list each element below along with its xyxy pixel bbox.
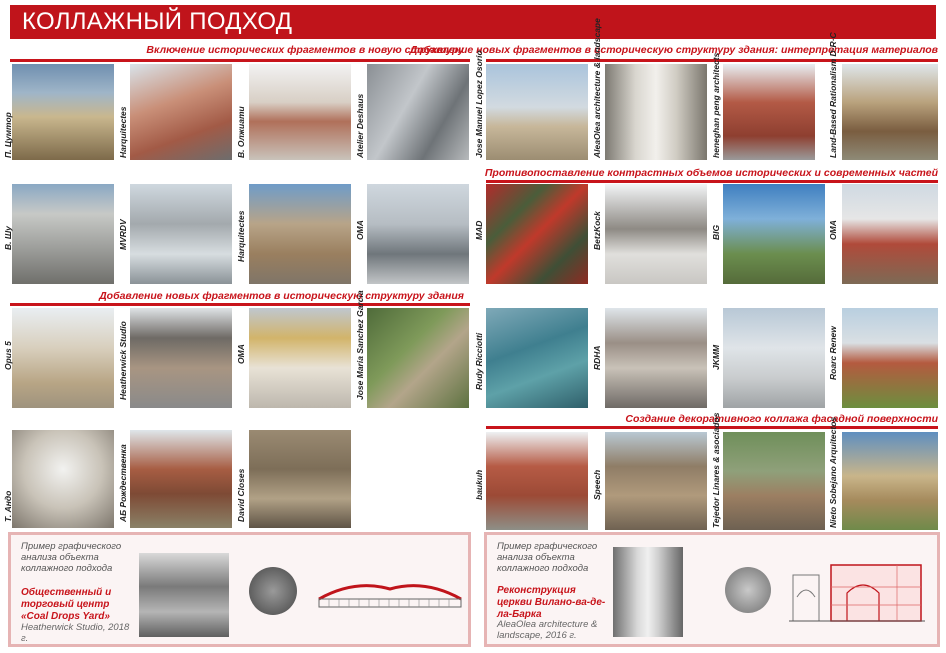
- photo-ricciotti: [486, 308, 588, 408]
- section-rule-3: [486, 180, 938, 183]
- photo-oma-2: [842, 184, 938, 284]
- label-oma-1: OMA: [355, 220, 365, 240]
- photo-wang-shu: [12, 184, 114, 284]
- example-left-circle-image: [249, 567, 297, 615]
- label-big: BIG: [711, 224, 721, 240]
- photo-ando: [12, 430, 114, 528]
- photo-land-based: [842, 64, 938, 160]
- label-oma-2: OMA: [828, 220, 838, 240]
- label-wang-shu: В. Шу: [3, 226, 13, 250]
- photo-rdha: [605, 308, 707, 408]
- photo-jkmm: [723, 308, 825, 408]
- label-harquitectes-1: Harquitectes: [118, 106, 128, 159]
- label-jkmm: JKMM: [711, 344, 721, 370]
- title-banner: КОЛЛАЖНЫЙ ПОДХОД: [10, 5, 936, 39]
- photo-rozhdestvenka: [130, 430, 232, 528]
- label-aleaolea: AleaOlea architecture & landscape: [592, 18, 602, 158]
- photo-heatherwick: [130, 308, 232, 408]
- label-david-closes: David Closes: [236, 468, 246, 522]
- example-right-section-drawing: [789, 564, 925, 622]
- photo-zumthor: [12, 64, 114, 160]
- photo-olgiati: [249, 64, 351, 160]
- label-rozhdestvenka: АБ Рождественка: [118, 444, 128, 522]
- label-ando: Т. Андо: [3, 490, 13, 522]
- label-lopez-osorio: Jose Manuel Lopez Osorio: [474, 50, 484, 158]
- photo-tejedor-linares: [723, 432, 825, 530]
- section-heading-5: Создание декоративного коллажа фасадной …: [625, 413, 938, 425]
- section-rule-1: [10, 59, 470, 62]
- label-roarc-renew: Roarc Renew: [828, 326, 838, 380]
- label-baukuh: baukuh: [474, 469, 484, 500]
- page-title: КОЛЛАЖНЫЙ ПОДХОД: [22, 8, 293, 35]
- photo-betzkock: [605, 184, 707, 284]
- label-rdha: RDHA: [592, 345, 602, 370]
- photo-baukuh: [486, 432, 588, 530]
- photo-opus5: [12, 308, 114, 408]
- photo-aleaolea: [605, 64, 707, 160]
- photo-atelier-deshaus: [367, 64, 469, 160]
- label-heneghan-peng: heneghan peng architects: [711, 52, 721, 158]
- label-harquitectes-2: Harquitectes: [236, 210, 246, 263]
- example-left-elevation-drawing: [318, 584, 462, 608]
- label-oma-3: OMA: [236, 344, 246, 364]
- example-panel-right: Пример графического анализа объекта колл…: [484, 532, 940, 647]
- section-rule-4: [10, 303, 470, 306]
- label-opus5: Opus 5: [3, 341, 13, 370]
- example-panel-left: Пример графического анализа объекта колл…: [8, 532, 471, 647]
- label-tejedor-linares: Tejedor Linares & asociados: [711, 412, 721, 528]
- label-nieto-sobejano: Nieto Sobejano Arquitectos: [828, 416, 838, 528]
- photo-lopez-osorio: [486, 64, 588, 160]
- photo-big: [723, 184, 825, 284]
- section-heading-4: Добавление новых фрагментов в историческ…: [99, 290, 464, 302]
- photo-oma-1: [367, 184, 469, 284]
- photo-mad: [486, 184, 588, 284]
- photo-harquitectes-2: [249, 184, 351, 284]
- example-left-photo: [139, 553, 229, 637]
- photo-david-closes: [249, 430, 351, 528]
- label-zumthor: П. Цумтор: [3, 112, 13, 158]
- photo-roarc-renew: [842, 308, 938, 408]
- photo-speech: [605, 432, 707, 530]
- photo-mvrdv: [130, 184, 232, 284]
- example-right-photo: [613, 547, 683, 637]
- label-heatherwick: Heatherwick Studio: [118, 321, 128, 400]
- example-left-author: Heatherwick Studio, 2018 г.: [21, 622, 130, 644]
- section-heading-2: Добавление новых фрагментов в историческ…: [409, 44, 938, 56]
- photo-oma-3: [249, 308, 351, 408]
- label-mad: MAD: [474, 220, 484, 240]
- section-heading-3: Противопоставление контрастных объемов и…: [484, 167, 938, 179]
- label-sanchez-garcia: Jose Maria Sanchez Garcia: [355, 290, 365, 400]
- example-right-title: Пример графического анализа объекта колл…: [497, 541, 598, 574]
- photo-nieto-sobejano: [842, 432, 938, 530]
- label-speech: Speech: [592, 469, 602, 500]
- label-atelier-deshaus: Atelier Deshaus: [355, 93, 365, 158]
- example-right-object: Реконструкция церкви Вилано-ва-де-ла-Бар…: [497, 585, 606, 620]
- example-left-object: Общественный и торговый центр «Coal Drop…: [21, 587, 112, 622]
- photo-heneghan-peng: [723, 64, 815, 160]
- label-mvrdv: MVRDV: [118, 219, 128, 250]
- label-betzkock: BetzKock: [592, 211, 602, 250]
- label-ricciotti: Rudy Ricciotti: [474, 332, 484, 390]
- label-land-based: Land-Based Rationalism D·R·C: [828, 32, 838, 158]
- label-olgiati: В. Олжиати: [236, 106, 246, 158]
- example-right-circle-image: [725, 567, 771, 613]
- example-left-title: Пример графического анализа объекта колл…: [21, 541, 122, 574]
- photo-sanchez-garcia: [367, 308, 469, 408]
- example-right-author: AleaOlea architecture & landscape, 2016 …: [497, 619, 598, 641]
- photo-harquitectes-1: [130, 64, 232, 160]
